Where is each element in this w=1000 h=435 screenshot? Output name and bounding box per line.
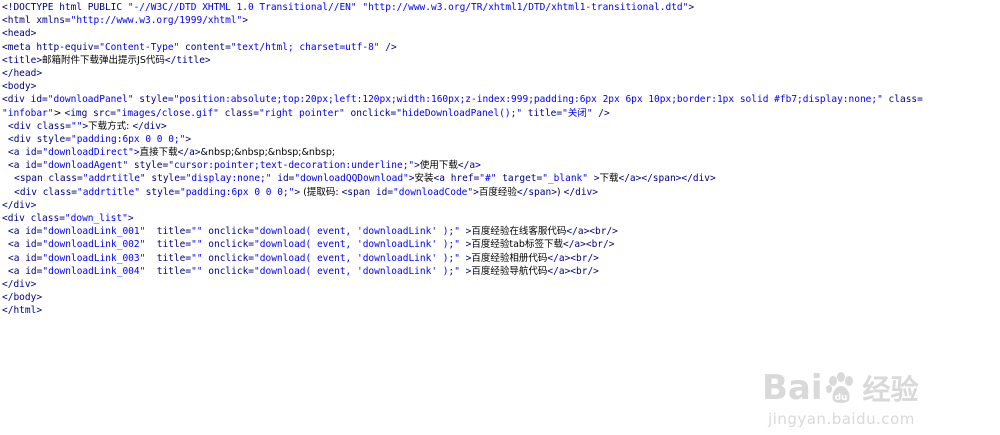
code-line: <a id="downloadLink_002" title="" onclic… [8, 239, 615, 251]
code-line: </head> [2, 67, 43, 79]
code-line: <a id="downloadAgent" style="cursor:poin… [8, 160, 481, 172]
code-line: <div class="down_list"> [2, 213, 134, 224]
code-line: <div style="padding:6px 0 0 0;"> [8, 133, 192, 145]
svg-text:du: du [834, 393, 847, 403]
code-line: <!DOCTYPE html PUBLIC "-//W3C//DTD XHTML… [2, 2, 695, 13]
code-line: <body> [2, 81, 37, 93]
code-line: </div> [2, 199, 37, 211]
code-line: <div class="addrtitle" style="padding:6p… [14, 186, 598, 198]
code-line: </html> [2, 305, 43, 317]
code-line: <a id="downloadDirect">直接下载</a>&nbsp;&nb… [8, 147, 336, 159]
watermark-logo: Bai du 经验 [762, 368, 919, 408]
code-line: <a id="downloadLink_001" title="" onclic… [8, 226, 618, 238]
watermark-url: jingyan.baidu.com [768, 410, 915, 428]
baidu-paw-icon: du [825, 372, 853, 403]
code-line: "infobar"> <img src="images/close.gif" c… [2, 107, 610, 119]
watermark-logo-bai: Bai [762, 368, 823, 408]
code-line: <div class="">下载方式: </div> [8, 120, 167, 132]
watermark-logo-jingyan: 经验 [862, 373, 919, 406]
code-line: </div> [2, 278, 37, 290]
code-line: <title>邮箱附件下载弹出提示JS代码</title> [2, 54, 211, 66]
source-code-view: <!DOCTYPE html PUBLIC "-//W3C//DTD XHTML… [2, 1, 998, 318]
code-line: <a id="downloadLink_004" title="" onclic… [8, 265, 599, 277]
code-line: <html xmlns="http://www.w3.org/1999/xhtm… [2, 15, 248, 27]
code-line: </body> [2, 292, 43, 304]
code-line: <div id="downloadPanel" style="position:… [2, 94, 923, 106]
code-line: <meta http-equiv="Content-Type" content=… [2, 41, 397, 53]
code-line: <a id="downloadLink_003" title="" onclic… [8, 252, 599, 264]
baidu-jingyan-watermark: Bai du 经验 jingyan.baidu.com [762, 368, 992, 430]
code-line: <span class="addrtitle" style="display:n… [14, 173, 716, 185]
code-line: <head> [2, 28, 37, 40]
